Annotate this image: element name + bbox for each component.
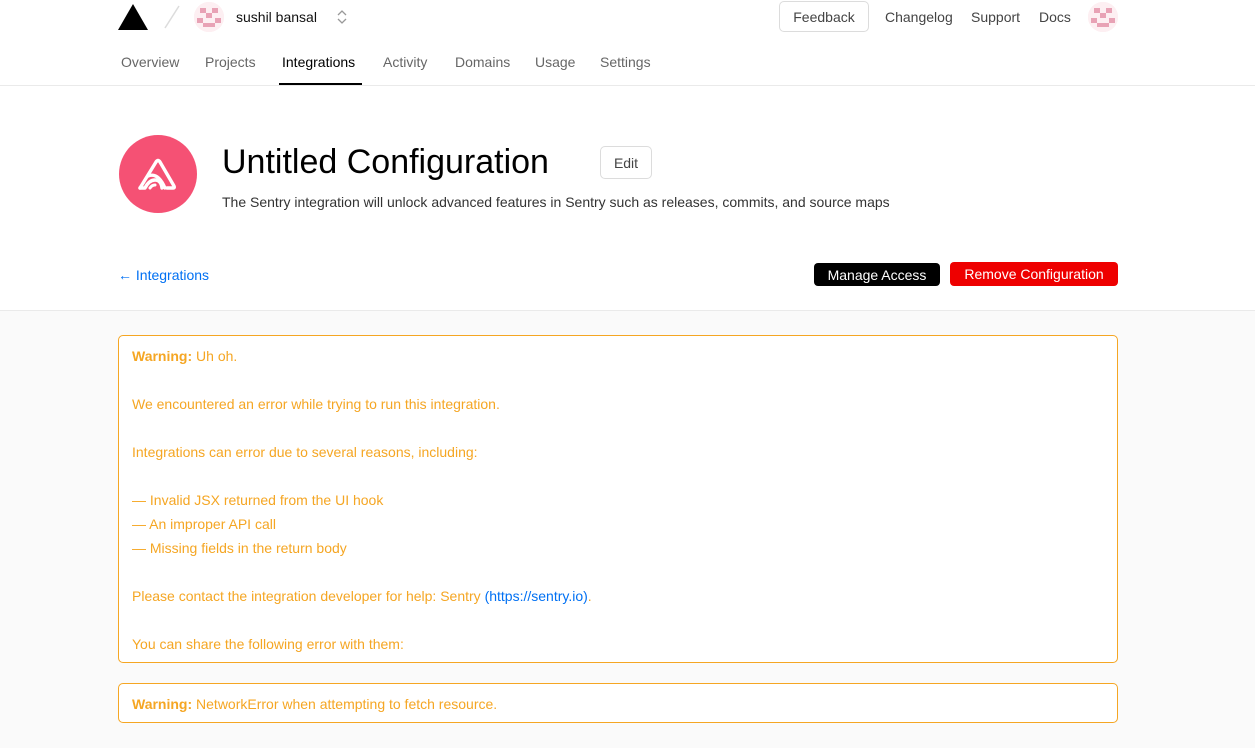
sentry-icon <box>119 135 197 213</box>
warning-label: Warning: <box>132 696 193 712</box>
network-error-line: Warning: NetworkError when attempting to… <box>132 696 497 712</box>
user-avatar[interactable] <box>1088 2 1118 32</box>
share-line: You can share the following error with t… <box>132 636 404 652</box>
tab-overview[interactable]: Overview <box>121 54 179 70</box>
error-line-2: Integrations can error due to several re… <box>132 444 478 460</box>
changelog-link[interactable]: Changelog <box>885 9 953 25</box>
edit-button[interactable]: Edit <box>600 146 652 179</box>
contact-suffix: . <box>587 588 592 604</box>
tab-projects[interactable]: Projects <box>205 54 256 70</box>
separator-slash-icon <box>164 5 180 29</box>
sentry-link[interactable]: (https://sentry.io) <box>485 588 588 604</box>
tab-integrations[interactable]: Integrations <box>282 54 355 70</box>
reason-item: — Invalid JSX returned from the UI hook <box>132 492 384 508</box>
chevron-updown-icon[interactable] <box>336 8 348 26</box>
main-tabs: Overview Projects Integrations Activity … <box>0 40 1255 86</box>
support-link[interactable]: Support <box>971 9 1020 25</box>
team-name[interactable]: sushil bansal <box>236 9 317 25</box>
back-to-integrations-link[interactable]: ← Integrations <box>118 267 209 283</box>
warning-headline-text: Uh oh. <box>192 348 238 364</box>
network-error-text: NetworkError when attempting to fetch re… <box>192 696 498 712</box>
top-bar: sushil bansal Feedback Changelog Support… <box>0 0 1255 34</box>
tab-usage[interactable]: Usage <box>535 54 575 70</box>
reason-item: — An improper API call <box>132 516 276 532</box>
team-avatar[interactable] <box>194 2 224 32</box>
network-error-warning: Warning: NetworkError when attempting to… <box>118 683 1118 723</box>
tab-settings[interactable]: Settings <box>600 54 651 70</box>
manage-access-button[interactable]: Manage Access <box>814 263 940 286</box>
page-title: Untitled Configuration <box>222 143 549 181</box>
remove-configuration-button[interactable]: Remove Configuration <box>950 262 1118 286</box>
tab-activity[interactable]: Activity <box>383 54 427 70</box>
page-header: sushil bansal Feedback Changelog Support… <box>0 0 1255 311</box>
active-tab-indicator <box>279 83 362 85</box>
contact-line: Please contact the integration developer… <box>132 588 592 604</box>
error-line-1: We encountered an error while trying to … <box>132 396 500 412</box>
integration-description: The Sentry integration will unlock advan… <box>222 194 890 210</box>
tab-domains[interactable]: Domains <box>455 54 510 70</box>
feedback-button[interactable]: Feedback <box>779 1 869 32</box>
docs-link[interactable]: Docs <box>1039 9 1071 25</box>
contact-text: Please contact the integration developer… <box>132 588 485 604</box>
warning-headline: Warning: Uh oh. <box>132 348 237 364</box>
reason-item: — Missing fields in the return body <box>132 540 347 556</box>
integration-error-warning: Warning: Uh oh. We encountered an error … <box>118 335 1118 663</box>
warning-label: Warning: <box>132 348 193 364</box>
vercel-logo-icon[interactable] <box>118 4 148 30</box>
